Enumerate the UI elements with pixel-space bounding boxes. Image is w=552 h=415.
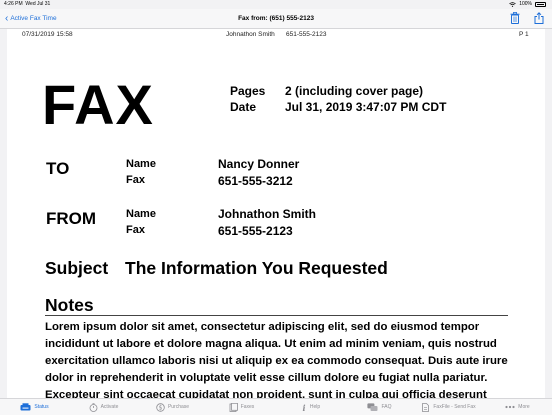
battery-icon	[535, 2, 546, 7]
from-name-label: Name	[126, 208, 156, 220]
tab-more-label: More	[518, 404, 530, 410]
subject-label: Subject	[45, 258, 109, 278]
tab-status[interactable]: Status	[0, 399, 69, 415]
from-heading: FROM	[46, 209, 97, 228]
chat-icon	[367, 402, 378, 411]
send-fax-icon	[422, 402, 430, 412]
status-time-date: 4:26 PM Wed Jul 31	[4, 0, 50, 9]
status-icon	[20, 403, 31, 411]
tab-faxes-label: Faxes	[240, 404, 255, 410]
info-icon: i	[302, 403, 305, 412]
date-label: Date	[230, 100, 257, 114]
faxes-icon	[229, 402, 238, 412]
header-page: P 1	[519, 31, 529, 38]
date-value: Jul 31, 2019 3:47:07 PM CDT	[285, 100, 447, 114]
status-right: 100%	[509, 0, 546, 9]
tab-more[interactable]: More	[483, 399, 552, 415]
tab-faq-label: FAQ	[381, 404, 392, 410]
pages-value: 2 (including cover page)	[285, 84, 424, 98]
from-fax-label: Fax	[126, 224, 145, 236]
fax-title: FAX	[42, 73, 154, 136]
tab-purchase-label: Purchase	[167, 404, 190, 410]
notes-body: Lorem ipsum dolor sit amet, consectetur …	[45, 321, 508, 398]
tab-purchase[interactable]: $ Purchase	[138, 399, 207, 415]
to-heading: TO	[46, 159, 70, 178]
tab-status-label: Status	[34, 404, 49, 410]
pages-label: Pages	[230, 84, 266, 98]
stopwatch-icon	[89, 402, 97, 412]
tab-activate-label: Activate	[100, 404, 119, 410]
notes-heading: Notes	[45, 295, 94, 315]
status-bar: 4:26 PM Wed Jul 31 100%	[0, 0, 552, 9]
to-fax-label: Fax	[126, 174, 145, 186]
tab-faxes[interactable]: Faxes	[207, 399, 276, 415]
tab-help[interactable]: i Help	[276, 399, 345, 415]
tab-help-label: Help	[309, 404, 321, 410]
navigation-bar: ‹ Active Fax Time Fax from: (651) 555-21…	[0, 9, 552, 29]
fax-document[interactable]: 07/31/2019 15:58 Johnathon Smith 651-555…	[7, 29, 545, 398]
battery-percent: 100%	[519, 1, 532, 7]
from-name: Johnathon Smith	[218, 207, 316, 221]
wifi-icon	[509, 2, 516, 7]
header-datetime: 07/31/2019 15:58	[22, 31, 73, 38]
svg-text:$: $	[159, 404, 163, 411]
from-fax: 651-555-2123	[218, 224, 293, 238]
tab-bar: Status Activate $ Purchase Faxes i Help …	[0, 398, 552, 415]
subject-value: The Information You Requested	[125, 258, 388, 278]
status-time: 4:26 PM	[4, 1, 23, 7]
more-icon	[505, 405, 515, 409]
to-fax: 651-555-3212	[218, 174, 293, 188]
trash-icon[interactable]	[510, 12, 520, 24]
status-date: Wed Jul 31	[25, 1, 51, 7]
tab-faq[interactable]: FAQ	[345, 399, 414, 415]
dollar-icon: $	[156, 402, 165, 412]
to-name-label: Name	[126, 158, 156, 170]
notes-divider	[45, 315, 508, 316]
tab-activate[interactable]: Activate	[69, 399, 138, 415]
header-number: 651-555-2123	[286, 31, 327, 38]
tab-send-fax-label: FaxFile - Send Fax	[433, 404, 476, 410]
nav-actions	[510, 12, 544, 24]
header-name: Johnathon Smith	[226, 31, 275, 38]
nav-title: Fax from: (651) 555-2123	[238, 15, 314, 22]
svg-text:i: i	[302, 403, 305, 412]
tab-send-fax[interactable]: FaxFile - Send Fax	[414, 399, 483, 415]
share-icon[interactable]	[534, 12, 544, 24]
to-name: Nancy Donner	[218, 157, 300, 171]
